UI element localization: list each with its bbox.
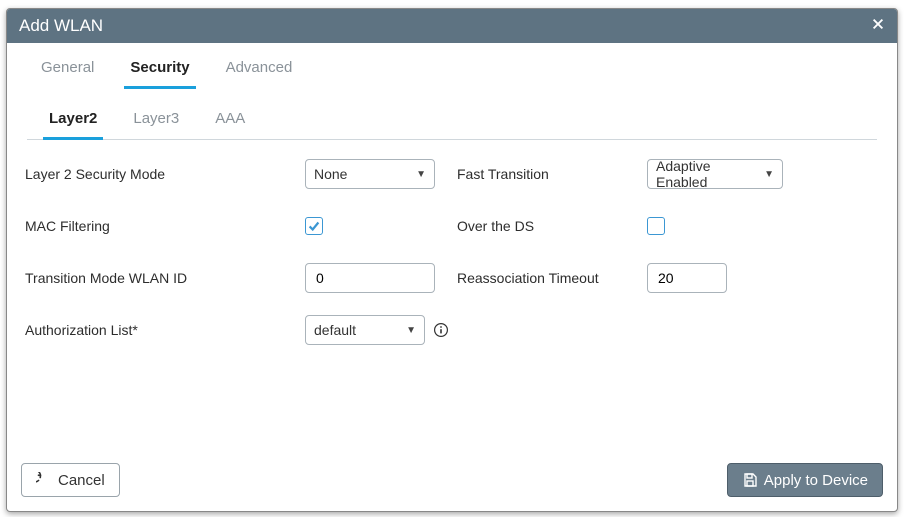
l2-security-mode-value: None — [314, 166, 347, 182]
left-column: Layer 2 Security Mode None ▼ MAC Filteri… — [25, 158, 449, 447]
add-wlan-modal: Add WLAN General Security Advanced Layer… — [6, 8, 898, 512]
field-mac-filtering: MAC Filtering — [25, 210, 449, 242]
right-column: Fast Transition Adaptive Enabled ▼ Over … — [457, 158, 879, 447]
reassociation-timeout-label: Reassociation Timeout — [457, 270, 647, 286]
cancel-button-label: Cancel — [58, 472, 105, 489]
modal-titlebar: Add WLAN — [7, 9, 897, 43]
authorization-list-value: default — [314, 322, 356, 338]
transition-id-input[interactable] — [305, 263, 435, 293]
field-over-the-ds: Over the DS — [457, 210, 879, 242]
close-icon[interactable] — [871, 17, 885, 36]
tab-layer2[interactable]: Layer2 — [43, 106, 103, 140]
info-icon[interactable] — [433, 322, 449, 338]
tabs-primary: General Security Advanced — [7, 43, 897, 89]
field-l2-security-mode: Layer 2 Security Mode None ▼ — [25, 158, 449, 190]
undo-icon — [36, 472, 52, 488]
apply-button[interactable]: Apply to Device — [727, 463, 883, 497]
field-reassociation-timeout: Reassociation Timeout — [457, 262, 879, 294]
cancel-button[interactable]: Cancel — [21, 463, 120, 497]
field-transition-id: Transition Mode WLAN ID — [25, 262, 449, 294]
chevron-down-icon: ▼ — [764, 169, 774, 180]
modal-footer: Cancel Apply to Device — [7, 453, 897, 511]
fast-transition-value: Adaptive Enabled — [656, 158, 754, 190]
form-body: Layer 2 Security Mode None ▼ MAC Filteri… — [7, 140, 897, 453]
fast-transition-label: Fast Transition — [457, 166, 647, 182]
tab-advanced[interactable]: Advanced — [220, 53, 299, 89]
chevron-down-icon: ▼ — [416, 169, 426, 180]
authorization-list-select[interactable]: default ▼ — [305, 315, 425, 345]
l2-security-mode-select[interactable]: None ▼ — [305, 159, 435, 189]
tab-aaa[interactable]: AAA — [209, 106, 251, 140]
modal-title: Add WLAN — [19, 16, 103, 36]
over-the-ds-checkbox[interactable] — [647, 217, 665, 235]
over-the-ds-label: Over the DS — [457, 218, 647, 234]
tab-general[interactable]: General — [35, 53, 100, 89]
reassociation-timeout-input[interactable] — [647, 263, 727, 293]
transition-id-label: Transition Mode WLAN ID — [25, 270, 305, 286]
mac-filtering-checkbox[interactable] — [305, 217, 323, 235]
fast-transition-select[interactable]: Adaptive Enabled ▼ — [647, 159, 783, 189]
mac-filtering-label: MAC Filtering — [25, 218, 305, 234]
chevron-down-icon: ▼ — [406, 325, 416, 336]
authorization-list-label: Authorization List* — [25, 322, 305, 338]
l2-security-mode-label: Layer 2 Security Mode — [25, 166, 305, 182]
apply-button-label: Apply to Device — [764, 472, 868, 489]
field-fast-transition: Fast Transition Adaptive Enabled ▼ — [457, 158, 879, 190]
save-icon — [742, 472, 758, 488]
field-authorization-list: Authorization List* default ▼ — [25, 314, 449, 346]
tab-security[interactable]: Security — [124, 53, 195, 89]
tabs-secondary: Layer2 Layer3 AAA — [27, 99, 877, 140]
tab-layer3[interactable]: Layer3 — [127, 106, 185, 140]
